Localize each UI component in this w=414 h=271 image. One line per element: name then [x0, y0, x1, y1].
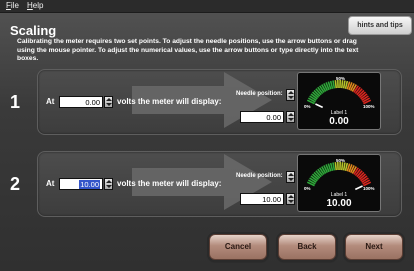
needle-stepper-1[interactable] [286, 89, 295, 101]
needle-stepper-2[interactable] [286, 171, 295, 183]
menu-file[interactable]: File [6, 1, 19, 10]
cancel-button[interactable]: Cancel [209, 234, 267, 260]
arrow-down-icon[interactable] [288, 200, 294, 203]
meter-mid-label: 50% [336, 76, 346, 81]
display-stepper-1[interactable] [286, 111, 295, 123]
at-label-2: At [46, 179, 55, 188]
meter-gauge-2[interactable]: 50% 0% 100% Label 1 10.00 [297, 154, 381, 212]
instructions-text: Calibrating the meter requires two set p… [17, 38, 359, 62]
arrow-up-icon[interactable] [106, 98, 112, 101]
volts-stepper-2[interactable] [104, 178, 113, 190]
volts-stepper-1[interactable] [104, 96, 113, 108]
meter-needle [354, 185, 363, 191]
volts-input-1[interactable]: 0.00 [59, 96, 103, 108]
meter-needle [315, 103, 324, 109]
meter-max-label: 100% [363, 186, 375, 191]
arrow-down-icon[interactable] [288, 96, 294, 99]
display-stepper-2[interactable] [286, 193, 295, 205]
meter-max-label: 100% [363, 104, 375, 109]
arrow-up-icon[interactable] [288, 195, 294, 198]
hints-and-tips-button[interactable]: hints and tips [348, 16, 412, 35]
arrow-up-icon[interactable] [288, 113, 294, 116]
meter-mid-label: 50% [336, 158, 346, 163]
step-number-2: 2 [10, 174, 21, 194]
arrow-up-icon[interactable] [288, 91, 294, 94]
at-label-1: At [46, 97, 55, 106]
menu-bar: File Help [0, 0, 414, 13]
page-title: Scaling [10, 23, 57, 38]
arrow-down-icon[interactable] [288, 118, 294, 121]
meter-min-label: 0% [304, 186, 311, 191]
volts-input-2[interactable]: 10.00 [59, 178, 103, 190]
display-label-1: volts the meter will display: [117, 97, 222, 106]
scaling-window: File Help Scaling hints and tips Calibra… [0, 0, 414, 271]
needle-position-label-2: Needle position: [236, 173, 283, 179]
back-button[interactable]: Back [278, 234, 336, 260]
arrow-down-icon[interactable] [106, 103, 112, 106]
arrow-down-icon[interactable] [106, 185, 112, 188]
meter-gauge-1[interactable]: 50% 0% 100% Label 1 0.00 [297, 72, 381, 130]
arrow-down-icon[interactable] [288, 178, 294, 181]
display-value-input-2[interactable]: 10.00 [240, 193, 284, 205]
menu-help[interactable]: Help [27, 1, 43, 10]
display-value-input-1[interactable]: 0.00 [240, 111, 284, 123]
meter-reading: 0.00 [329, 116, 349, 127]
arrow-up-icon[interactable] [288, 173, 294, 176]
meter-reading: 10.00 [326, 198, 352, 209]
step-number-1: 1 [10, 92, 21, 112]
meter-min-label: 0% [304, 104, 311, 109]
needle-position-label-1: Needle position: [236, 91, 283, 97]
arrow-up-icon[interactable] [106, 180, 112, 183]
display-label-2: volts the meter will display: [117, 179, 222, 188]
next-button[interactable]: Next [345, 234, 403, 260]
